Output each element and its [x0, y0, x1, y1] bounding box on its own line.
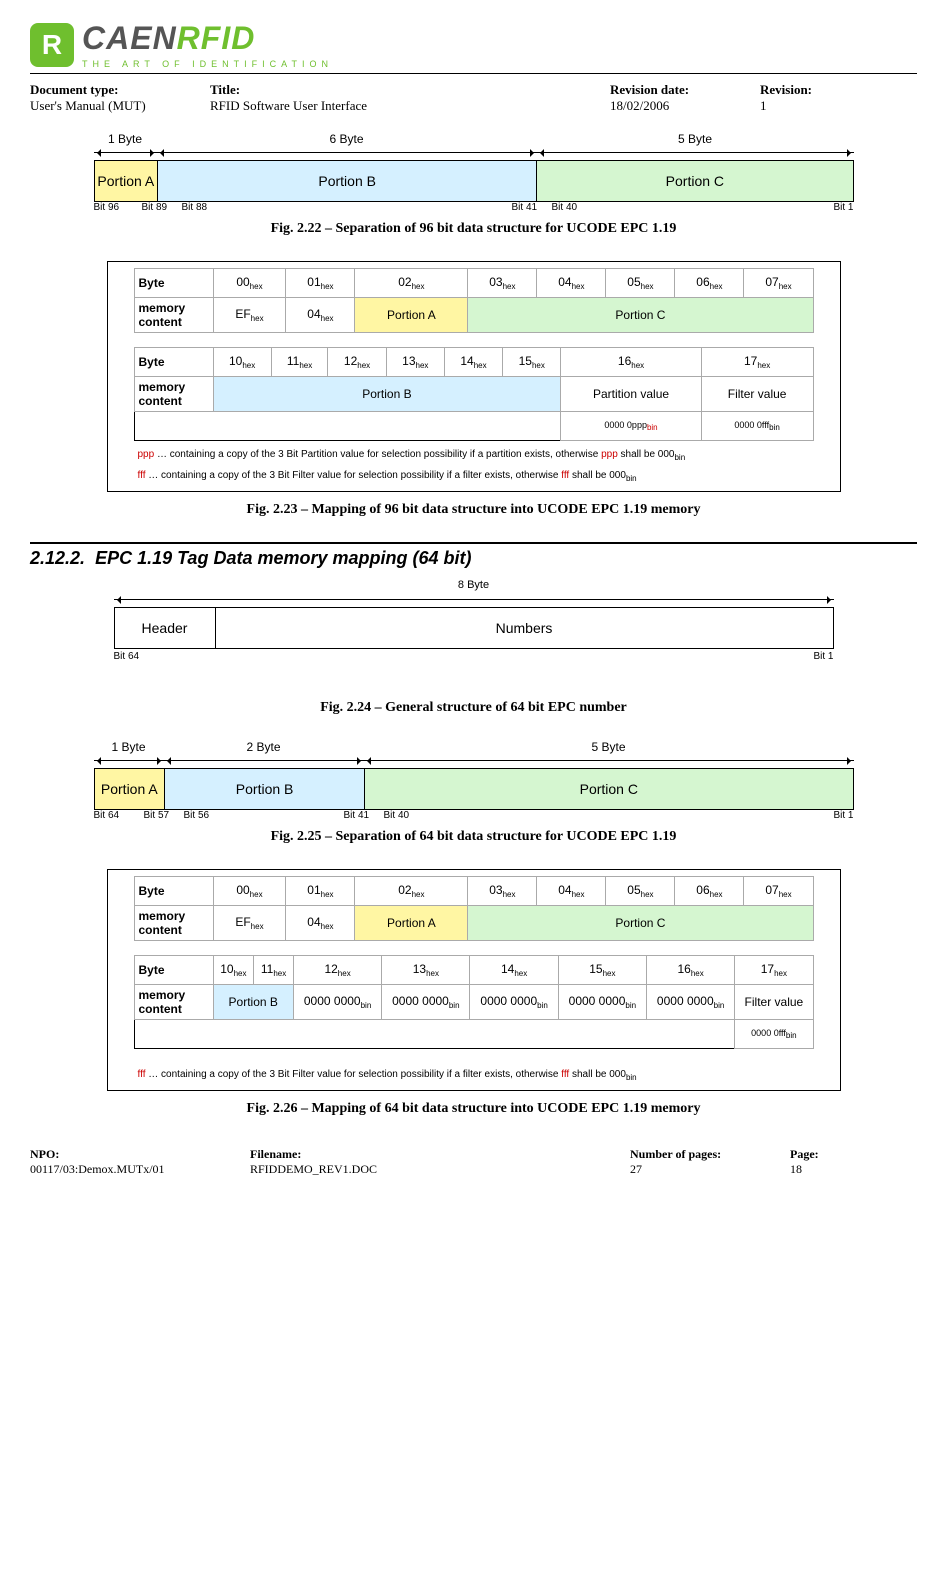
fig-225: 1 Byte 2 Byte 5 Byte Portion A Portion B… — [94, 740, 854, 821]
title-value: RFID Software User Interface — [210, 98, 610, 114]
page-label: Page: — [790, 1147, 819, 1162]
file-label: Filename: — [250, 1147, 630, 1162]
file-value: RFIDDEMO_REV1.DOC — [250, 1162, 630, 1177]
npo-value: 00117/03:Demox.MUTx/01 — [30, 1162, 250, 1177]
note-fff: fff … containing a copy of the 3 Bit Fil… — [138, 470, 834, 483]
byte-label: 1 Byte — [94, 740, 164, 754]
npo-label: NPO: — [30, 1147, 250, 1162]
logo-r-icon: R — [30, 23, 74, 67]
bit-label: Bit 40 — [384, 810, 814, 821]
bit-label: Bit 56 — [184, 810, 344, 821]
doc-type-label: Document type: — [30, 82, 210, 98]
bit-label: Bit 57 — [144, 810, 184, 821]
filter-value: Filter value — [701, 377, 813, 412]
portion-b: Portion B — [158, 161, 537, 201]
byte-label: 5 Byte — [537, 132, 854, 146]
portion-a: Portion A — [95, 161, 159, 201]
bit-label: Bit 89 — [142, 202, 182, 213]
byte-label: 5 Byte — [364, 740, 854, 754]
logo-text: CAENRFID THE ART OF IDENTIFICATION — [82, 20, 333, 69]
portion-b: Portion B — [213, 985, 293, 1020]
bit-label: Bit 41 — [344, 810, 384, 821]
title-label: Title: — [210, 82, 610, 98]
header-cell: Header — [115, 608, 216, 648]
logo-main-1: CAEN — [82, 20, 177, 56]
mem-label: memory content — [134, 298, 213, 333]
rev-date-value: 18/02/2006 — [610, 98, 760, 114]
rev-date-label: Revision date: — [610, 82, 760, 98]
byte-label: Byte — [134, 269, 213, 298]
note-fff: fff … containing a copy of the 3 Bit Fil… — [138, 1069, 834, 1082]
numbers-cell: Numbers — [216, 608, 833, 648]
logo-bar: R CAENRFID THE ART OF IDENTIFICATION — [30, 20, 917, 74]
fig-224: 8 Byte Header Numbers Bit 64 Bit 1 — [114, 579, 834, 662]
portion-c: Portion C — [365, 769, 852, 809]
byte-label: 6 Byte — [157, 132, 537, 146]
fig-223-caption: Fig. 2.23 – Mapping of 96 bit data struc… — [30, 502, 917, 518]
portion-a: Portion A — [95, 769, 166, 809]
pages-label: Number of pages: — [630, 1147, 790, 1162]
page-value: 18 — [790, 1162, 819, 1177]
fig-223: Byte 00 01 02 03 04 05 06 07 memory cont… — [107, 261, 841, 492]
portion-a: Portion A — [355, 298, 468, 333]
bit-label: Bit 40 — [552, 202, 822, 213]
doc-type-value: User's Manual (MUT) — [30, 98, 210, 114]
fig-224-caption: Fig. 2.24 – General structure of 64 bit … — [30, 700, 917, 716]
meta-row: Document type: User's Manual (MUT) Title… — [30, 82, 917, 114]
bit-label: Bit 96 — [94, 202, 142, 213]
bit-label: Bit 64 — [94, 810, 144, 821]
portion-b: Portion B — [165, 769, 365, 809]
pages-value: 27 — [630, 1162, 790, 1177]
bit-label: Bit 41 — [512, 202, 552, 213]
bit-label: Bit 1 — [813, 651, 833, 662]
fig-225-caption: Fig. 2.25 – Separation of 64 bit data st… — [30, 829, 917, 845]
note-ppp: ppp … containing a copy of the 3 Bit Par… — [138, 449, 834, 462]
fig-222: 1 Byte 6 Byte 5 Byte Portion A Portion B… — [94, 132, 854, 213]
portion-c: Portion C — [468, 298, 813, 333]
footer: NPO: 00117/03:Demox.MUTx/01 Filename: RF… — [30, 1147, 917, 1177]
revision-value: 1 — [760, 98, 840, 114]
fig-226: Byte 00 01 02 03 04 05 06 07 memory cont… — [107, 869, 841, 1091]
byte-label: 2 Byte — [164, 740, 364, 754]
fig-226-caption: Fig. 2.26 – Mapping of 64 bit data struc… — [30, 1101, 917, 1117]
revision-label: Revision: — [760, 82, 840, 98]
filter-value: Filter value — [735, 985, 813, 1020]
bit-label: Bit 1 — [814, 810, 854, 821]
logo-sub: THE ART OF IDENTIFICATION — [82, 59, 333, 69]
section-title: 2.12.2. EPC 1.19 Tag Data memory mapping… — [30, 548, 917, 569]
byte-label: 1 Byte — [94, 132, 157, 146]
section-divider — [30, 542, 917, 544]
portion-a: Portion A — [355, 906, 468, 941]
portion-b: Portion B — [213, 377, 561, 412]
bit-label: Bit 88 — [182, 202, 512, 213]
portion-c: Portion C — [537, 161, 852, 201]
fig-222-caption: Fig. 2.22 – Separation of 96 bit data st… — [30, 221, 917, 237]
logo-main-2: RFID — [177, 20, 256, 56]
bit-label: Bit 1 — [822, 202, 854, 213]
byte-label: 8 Byte — [114, 579, 834, 591]
partition-value: Partition value — [561, 377, 701, 412]
portion-c: Portion C — [468, 906, 813, 941]
bit-label: Bit 64 — [114, 651, 140, 662]
